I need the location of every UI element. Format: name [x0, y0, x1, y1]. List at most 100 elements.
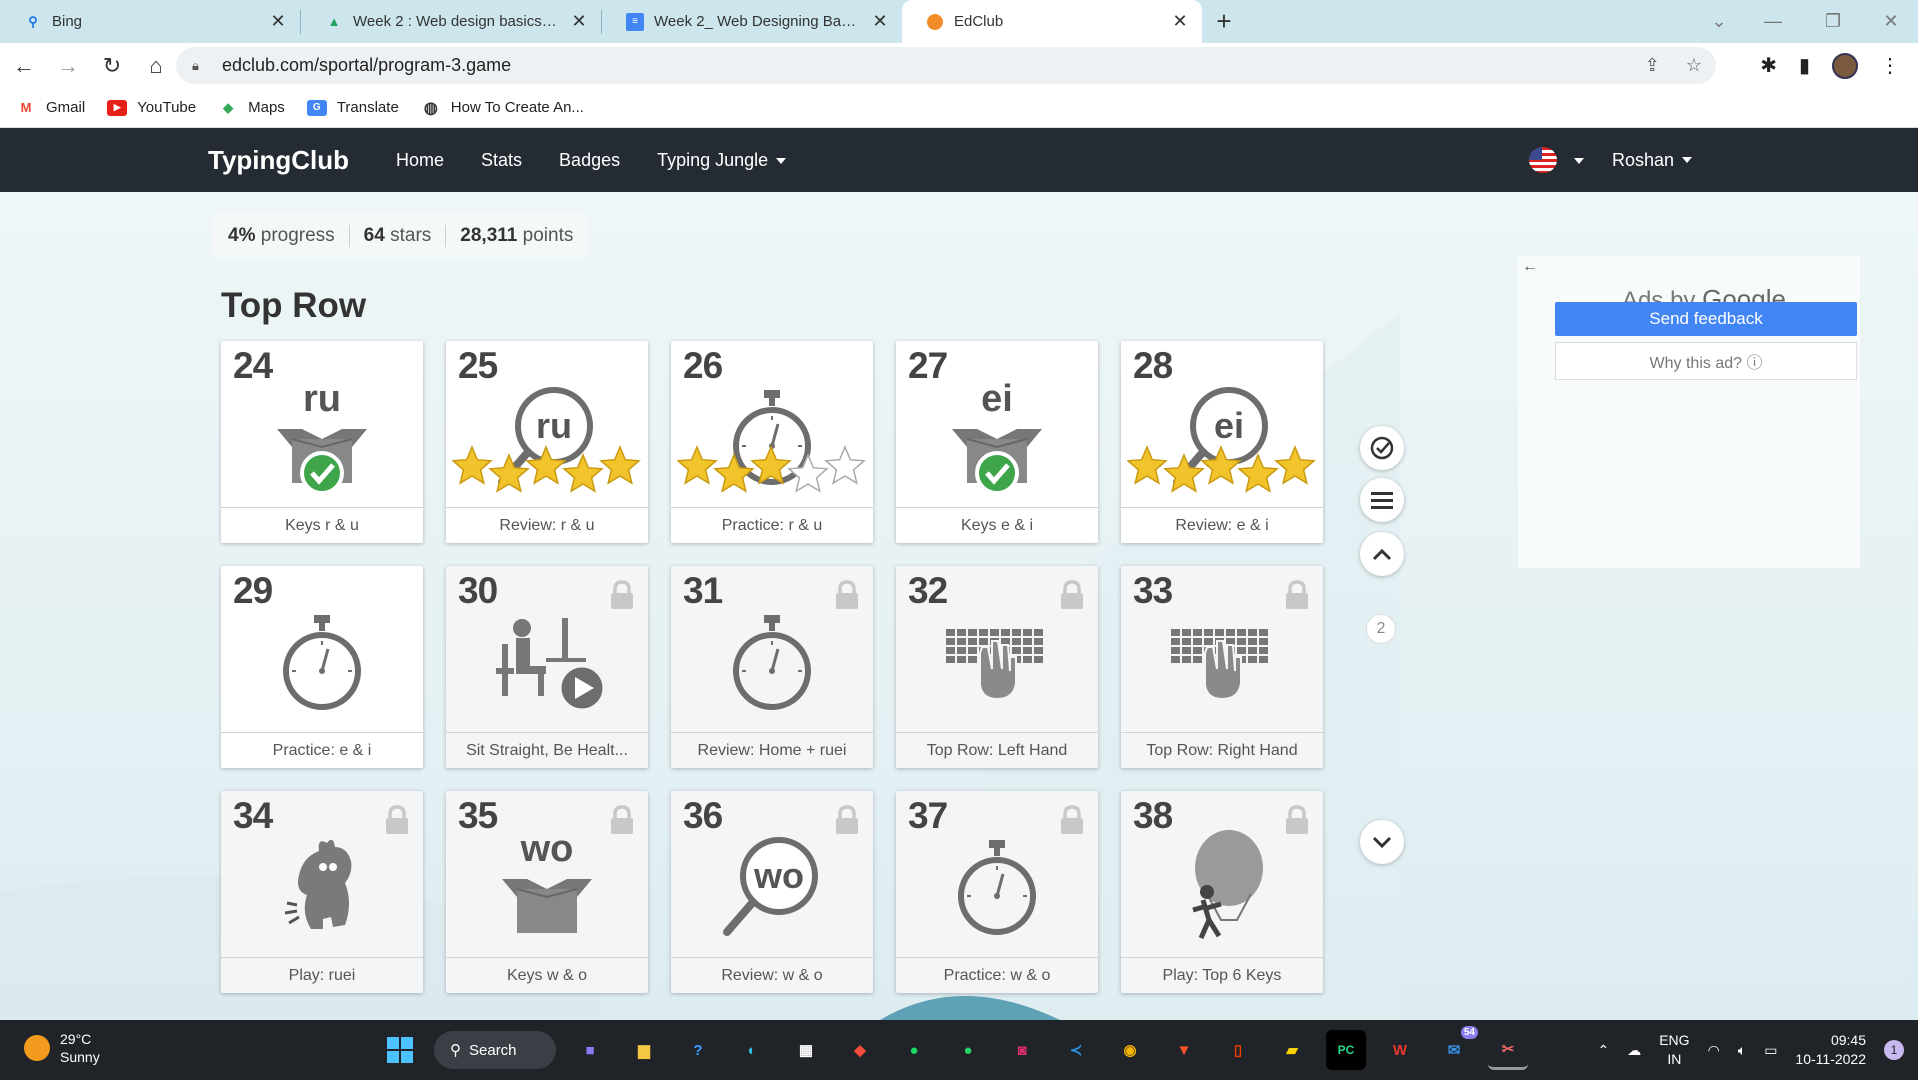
- nav-badges[interactable]: Badges: [559, 150, 620, 171]
- battery-icon[interactable]: ▭: [1764, 1042, 1777, 1059]
- lesson-card-33[interactable]: 33 Top Row: Right Hand: [1121, 566, 1323, 768]
- profile-avatar[interactable]: [1832, 52, 1858, 79]
- show-hidden-icons[interactable]: ⌃: [1597, 1042, 1609, 1059]
- star-icon: [1163, 453, 1205, 493]
- star-icon: [562, 453, 604, 493]
- pycharm-icon[interactable]: PC: [1326, 1030, 1366, 1070]
- restore-button[interactable]: ❐: [1806, 0, 1860, 43]
- forward-button[interactable]: →: [48, 48, 88, 84]
- help-icon[interactable]: ?: [678, 1030, 718, 1070]
- mail-icon[interactable]: ✉ 54: [1434, 1026, 1478, 1070]
- check-progress-button[interactable]: [1360, 426, 1404, 470]
- side-panel-icon[interactable]: ▮: [1799, 53, 1810, 78]
- lesson-card-31[interactable]: 31 Review: Home + ruei: [671, 566, 873, 768]
- lesson-card-34[interactable]: 34 Play: ruei: [221, 791, 423, 993]
- menu-kebab-icon[interactable]: ⋮: [1880, 53, 1900, 78]
- bookmark-translate[interactable]: G Translate: [306, 99, 399, 116]
- extensions-icon[interactable]: ✱: [1760, 53, 1777, 78]
- taskbar-search[interactable]: ⚲ Search: [434, 1031, 556, 1069]
- tab-bing[interactable]: ⚲ Bing ✕: [0, 0, 300, 43]
- nav-stats[interactable]: Stats: [481, 150, 522, 171]
- bookmark-how-to-create[interactable]: ◍ How To Create An...: [421, 99, 584, 117]
- cloud-icon[interactable]: ☁: [1627, 1042, 1641, 1059]
- close-window-button[interactable]: ✕: [1864, 0, 1918, 43]
- notification-badge[interactable]: 1: [1884, 1040, 1904, 1060]
- file-manager-icon[interactable]: ▰: [1272, 1030, 1312, 1070]
- language-indicator[interactable]: ENG IN: [1659, 1031, 1689, 1069]
- wps-office-icon[interactable]: W: [1380, 1030, 1420, 1070]
- globe-icon: ◍: [423, 99, 438, 117]
- app-red-icon[interactable]: ◆: [840, 1030, 880, 1070]
- edge-icon[interactable]: ◐: [732, 1030, 772, 1070]
- send-feedback-button[interactable]: Send feedback: [1555, 302, 1857, 336]
- reload-button[interactable]: ↻: [92, 48, 132, 84]
- chrome-icon[interactable]: ◉: [1110, 1030, 1150, 1070]
- whatsapp-icon[interactable]: ●: [948, 1030, 988, 1070]
- home-button[interactable]: ⌂: [136, 48, 176, 84]
- menu-button[interactable]: [1360, 478, 1404, 522]
- lesson-card-26[interactable]: 26 Practice: r & u: [671, 341, 873, 543]
- points-stat: 28,311 points: [460, 225, 573, 247]
- lesson-card-28[interactable]: 28 ei Review: e & i: [1121, 341, 1323, 543]
- tab-google-docs[interactable]: ≡ Week 2_ Web Designing Basics.d ✕: [602, 0, 902, 43]
- lesson-card-25[interactable]: 25 ru Review: r & u: [446, 341, 648, 543]
- vscode-icon[interactable]: ≺: [1056, 1030, 1096, 1070]
- tab-search-chevron-icon[interactable]: ⌄: [1692, 0, 1746, 43]
- caret-down-icon: [776, 157, 787, 164]
- instagram-icon[interactable]: ◙: [1002, 1030, 1042, 1070]
- lesson-card-32[interactable]: 32 Top Row: Left Hand: [896, 566, 1098, 768]
- weather-widget[interactable]: 29°C Sunny: [24, 1030, 100, 1066]
- bookmark-label: YouTube: [137, 99, 197, 116]
- close-tab-icon[interactable]: ✕: [870, 11, 890, 32]
- star-icon: [1274, 445, 1316, 485]
- tab-google-drive[interactable]: ▲ Week 2 : Web design basics - Go ✕: [301, 0, 601, 43]
- meet-icon[interactable]: ■: [570, 1030, 610, 1070]
- lesson-label: Top Row: Right Hand: [1121, 732, 1323, 768]
- bookmark-maps[interactable]: ◆ Maps: [218, 99, 285, 116]
- bookmark-youtube[interactable]: ▶ YouTube: [107, 99, 196, 116]
- bookmark-star-icon[interactable]: ☆: [1686, 55, 1702, 76]
- us-flag-icon[interactable]: [1529, 147, 1557, 173]
- lesson-card-36[interactable]: 36 wo Review: w & o: [671, 791, 873, 993]
- office-icon[interactable]: ▯: [1218, 1030, 1258, 1070]
- back-arrow-icon[interactable]: ←: [1522, 258, 1538, 276]
- lesson-card-30[interactable]: 30 Sit Straight, Be Healt...: [446, 566, 648, 768]
- lesson-card-35[interactable]: 35 wo Keys w & o: [446, 791, 648, 993]
- lesson-card-29[interactable]: 29 Practice: e & i: [221, 566, 423, 768]
- back-button[interactable]: ←: [4, 48, 44, 84]
- scroll-up-button[interactable]: [1360, 532, 1404, 576]
- store-icon[interactable]: ▦: [786, 1030, 826, 1070]
- new-tab-button[interactable]: +: [1202, 0, 1246, 43]
- wifi-icon[interactable]: ◠: [1708, 1042, 1720, 1059]
- close-tab-icon[interactable]: ✕: [268, 11, 288, 32]
- snipping-tool-icon[interactable]: ✂: [1488, 1030, 1528, 1070]
- lesson-card-38[interactable]: 38 Play: Top 6 Keys: [1121, 791, 1323, 993]
- nav-home[interactable]: Home: [396, 150, 444, 171]
- google-drive-icon: ▲: [327, 14, 341, 29]
- minimize-button[interactable]: —: [1746, 0, 1800, 43]
- brand-logo[interactable]: TypingClub: [208, 128, 349, 192]
- windows-start-icon[interactable]: [380, 1030, 420, 1070]
- nav-typing-jungle[interactable]: Typing Jungle: [657, 150, 787, 171]
- lesson-card-37[interactable]: 37 Practice: w & o: [896, 791, 1098, 993]
- lesson-card-24[interactable]: 24 ru Keys r & u: [221, 341, 423, 543]
- browser-toolbar: ← → ↻ ⌂ 🔒︎ edclub.com/sportal/program-3.…: [0, 43, 1918, 88]
- volume-icon[interactable]: 🔈︎: [1738, 1042, 1746, 1059]
- user-menu[interactable]: Roshan: [1612, 128, 1693, 192]
- close-tab-icon[interactable]: ✕: [569, 11, 589, 32]
- address-bar[interactable]: 🔒︎ edclub.com/sportal/program-3.game ⇪ ☆: [176, 47, 1716, 84]
- brave-icon[interactable]: ▼: [1164, 1030, 1204, 1070]
- lesson-card-27[interactable]: 27 ei Keys e & i: [896, 341, 1098, 543]
- why-this-ad-button[interactable]: Why this ad? ⓘ: [1555, 342, 1857, 380]
- spotify-icon[interactable]: ●: [894, 1030, 934, 1070]
- svg-text:wo: wo: [520, 828, 574, 870]
- close-tab-icon[interactable]: ✕: [1170, 11, 1190, 32]
- page-indicator: 2: [1366, 614, 1396, 644]
- bookmark-gmail[interactable]: M Gmail: [16, 99, 86, 116]
- file-explorer-icon[interactable]: ▆: [624, 1030, 664, 1070]
- progress-value: 4%: [228, 225, 256, 246]
- tab-edclub[interactable]: EdClub ✕: [902, 0, 1202, 43]
- scroll-down-button[interactable]: [1360, 820, 1404, 864]
- clock[interactable]: 09:45 10-11-2022: [1795, 1031, 1866, 1069]
- share-icon[interactable]: ⇪: [1645, 55, 1660, 76]
